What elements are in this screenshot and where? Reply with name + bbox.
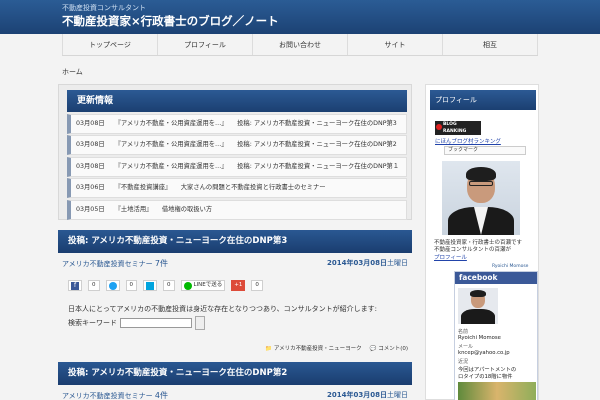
update-text: 『不動産投資講座』 大家さんの問題と不動産投資と行政書士のセミナー — [114, 184, 326, 192]
sidebar-title: プロフィール — [430, 90, 536, 110]
nav-item-links[interactable]: 相互 — [442, 34, 538, 55]
sidebar: プロフィール BLOG RANKING にほんブログ村ランキング ブックマーク 不… — [425, 84, 539, 400]
post-count: 7件 — [154, 259, 168, 268]
update-date: 03月08日 — [76, 141, 105, 149]
facebook-icon: f — [71, 281, 79, 290]
update-item[interactable]: 03月08日 『アメリカ不動産・公用資産運用を…』 投稿: アメリカ不動産投資・ニ… — [67, 156, 407, 177]
update-text: 『土地活用』 借地権の取扱い方 — [114, 205, 213, 213]
site-header: 不動産投資コンサルタント 不動産投資家×行政書士のブログ／ノート — [0, 0, 600, 34]
fb-name: Ryoichi Momose — [458, 335, 501, 341]
share-buttons: f 0 0 0 LINEで送る +1 0 — [68, 280, 263, 292]
profile-name-en: Ryoichi Momose — [492, 264, 529, 269]
post-date-value: 2014年03月08日 — [327, 259, 387, 267]
post-date: 2014年03月08日土曜日 — [327, 390, 408, 400]
gplus-count: 0 — [251, 280, 263, 291]
facebook-share-count: 0 — [88, 280, 100, 291]
line-share-button[interactable]: LINEで送る — [180, 280, 226, 291]
profile-link[interactable]: プロフィール — [434, 253, 467, 261]
update-date: 03月08日 — [76, 120, 105, 127]
facebook-brand: facebook — [455, 272, 537, 284]
post-footer-comments[interactable]: 💬 コメント(0) — [370, 344, 408, 352]
post-footer-category-label: アメリカ不動産投資・ニューヨーク — [273, 346, 362, 352]
facebook-photo — [458, 288, 498, 324]
search-label: 検索キーワード — [68, 319, 117, 327]
facebook-badge[interactable]: facebook 名前 Ryoichi Momose メール kncep@yah… — [454, 271, 538, 400]
post-date-suffix: 土曜日 — [387, 391, 408, 399]
post-date-suffix: 土曜日 — [387, 259, 408, 267]
fb-recent2: ロタイプの18階に物件 — [458, 374, 513, 380]
search-button[interactable] — [195, 316, 205, 330]
update-item[interactable]: 03月08日 『アメリカ不動産・公用資産運用を…』 投稿: アメリカ不動産投資・ニ… — [67, 135, 407, 156]
line-label: LINEで送る — [193, 282, 223, 288]
facebook-recent-photo — [458, 382, 536, 400]
twitter-icon — [108, 281, 117, 290]
update-text: 『アメリカ不動産・公用資産運用を…』 投稿: アメリカ不動産投資・ニューヨーク在… — [114, 162, 400, 170]
facebook-share-button[interactable]: f — [68, 280, 82, 291]
post-title-bar[interactable]: 投稿: アメリカ不動産投資・ニューヨーク在住のDNP第3 — [58, 230, 412, 253]
nav-item-site[interactable]: サイト — [347, 34, 442, 55]
updates-title: 更新情報 — [67, 90, 407, 112]
bookmark-count: 0 — [163, 280, 175, 291]
post-meta: アメリカ不動産投資セミナー 4件 2014年03月08日土曜日 — [62, 390, 408, 400]
twitter-share-button[interactable] — [105, 280, 120, 291]
gplus-label: +1 — [234, 282, 243, 288]
bookmark-button[interactable]: ブックマーク — [444, 146, 526, 155]
nav-item-profile[interactable]: プロフィール — [157, 34, 252, 55]
ranking-line1: BLOG — [443, 122, 457, 127]
post-footer-comments-label: コメント(0) — [378, 346, 408, 352]
update-date: 03月06日 — [76, 184, 105, 192]
post-category[interactable]: アメリカ不動産投資セミナー — [62, 392, 153, 400]
fb-name-label: 名前 — [458, 329, 469, 335]
update-item[interactable]: 03月06日 『不動産投資講座』 大家さんの問題と不動産投資と行政書士のセミナー — [67, 178, 407, 199]
post-date-value: 2014年03月08日 — [327, 391, 387, 399]
twitter-share-count: 0 — [125, 280, 137, 291]
post-body-text: 日本人にとってアメリカの不動産投資は身近な存在となりつつあり、コンサルタントが紹… — [68, 305, 378, 313]
post-date: 2014年03月08日土曜日 — [327, 258, 408, 268]
update-text: 『アメリカ不動産・公用資産運用を…』 投稿: アメリカ不動産投資・ニューヨーク在… — [114, 120, 397, 127]
updates-list: 03月08日『アメリカ不動産・公用資産運用を…』 投稿: アメリカ不動産投資・ニ… — [67, 114, 407, 221]
nav-item-contact[interactable]: お問い合わせ — [252, 34, 347, 55]
search-input[interactable] — [120, 318, 192, 328]
post-title-bar[interactable]: 投稿: アメリカ不動産投資・ニューヨーク在住のDNP第2 — [58, 362, 412, 385]
post-count: 4件 — [154, 391, 168, 400]
fb-mail-label: メール — [458, 344, 474, 350]
update-item[interactable]: 03月08日 『アメリカ不動産・公用資産運用を…』 投稿: アメリカ不動産投資・ニ… — [67, 114, 407, 134]
update-text: 『アメリカ不動産・公用資産運用を…』 投稿: アメリカ不動産投資・ニューヨーク在… — [114, 141, 397, 149]
fb-mail: kncep@yahoo.co.jp — [458, 350, 510, 356]
update-date: 03月08日 — [76, 162, 105, 170]
post-category[interactable]: アメリカ不動産投資セミナー — [62, 260, 153, 268]
post-meta: アメリカ不動産投資セミナー 7件 2014年03月08日土曜日 — [62, 258, 408, 269]
profile-caption-line2: 不動産コンサルタントの百瀬が — [434, 247, 512, 253]
updates-box: 更新情報 03月08日『アメリカ不動産・公用資産運用を…』 投稿: アメリカ不動… — [58, 84, 412, 220]
update-item[interactable]: 03月05日 『土地活用』 借地権の取扱い方 — [67, 199, 407, 220]
bookmark-icon — [146, 281, 154, 290]
site-tagline: 不動産投資コンサルタント — [62, 4, 146, 12]
blog-ranking-banner[interactable]: BLOG RANKING — [435, 121, 481, 135]
breadcrumb[interactable]: ホーム — [62, 67, 83, 77]
site-title[interactable]: 不動産投資家×行政書士のブログ／ノート — [62, 13, 279, 29]
hatena-bookmark-button[interactable] — [143, 280, 157, 291]
nav-item-top[interactable]: トップページ — [62, 34, 157, 55]
main-nav: トップページ プロフィール お問い合わせ サイト 相互 — [62, 34, 538, 56]
line-icon — [183, 281, 192, 290]
ranking-line2: RANKING — [443, 129, 467, 134]
post-footer-category[interactable]: 📁 アメリカ不動産投資・ニューヨーク — [265, 344, 361, 352]
profile-photo — [442, 161, 520, 235]
update-date: 03月05日 — [76, 205, 105, 213]
post-search-line: 検索キーワード — [68, 316, 205, 330]
fb-recent-label: 近況 — [458, 359, 469, 365]
ranking-link[interactable]: にほんブログ村ランキング — [435, 137, 501, 145]
gplus-button[interactable]: +1 — [231, 280, 246, 291]
post-footer: 📁 アメリカ不動産投資・ニューヨーク 💬 コメント(0) — [265, 344, 408, 352]
